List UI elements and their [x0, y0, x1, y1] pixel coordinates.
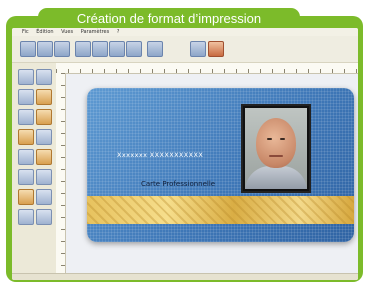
menu-bar: Fic Édition Vues Paramètres ?	[12, 28, 358, 36]
save-icon[interactable]	[54, 41, 70, 57]
tools-panel	[12, 63, 56, 275]
status-bar	[12, 273, 358, 280]
zoom-tool-icon[interactable]	[18, 209, 34, 225]
fill-tool-icon[interactable]	[36, 149, 52, 165]
card-icon[interactable]	[190, 41, 206, 57]
layer-tool-icon[interactable]	[18, 169, 34, 185]
paste-icon[interactable]	[126, 41, 142, 57]
select-tool-icon[interactable]	[18, 69, 34, 85]
menu-help[interactable]: ?	[117, 29, 120, 35]
text-tool-icon[interactable]	[36, 69, 52, 85]
page-title: Création de format d’impression	[76, 11, 262, 26]
database-tool-icon[interactable]	[36, 189, 52, 205]
open-icon[interactable]	[37, 41, 53, 57]
id-card-preview[interactable]: Xxxxxxx XXXXXXXXXXX Carte Professionnell…	[87, 88, 354, 242]
grid-tool-icon[interactable]	[36, 209, 52, 225]
photo-face	[256, 118, 296, 168]
print-icon[interactable]	[75, 41, 91, 57]
horizontal-ruler	[56, 63, 358, 74]
barcode-tool-icon[interactable]	[18, 109, 34, 125]
card-role-field[interactable]: Carte Professionnelle	[141, 180, 215, 188]
menu-settings[interactable]: Paramètres	[81, 29, 110, 35]
menu-file[interactable]: Fic	[22, 29, 29, 35]
menu-view[interactable]: Vues	[61, 29, 73, 35]
rectangle-tool-icon[interactable]	[36, 129, 52, 145]
undo-icon[interactable]	[147, 41, 163, 57]
photo-mouth	[269, 155, 283, 157]
photo-shoulders	[245, 166, 307, 189]
card-name-field[interactable]: Xxxxxxx XXXXXXXXXXX	[117, 151, 203, 159]
copy-icon[interactable]	[109, 41, 125, 57]
shape-tool-icon[interactable]	[36, 109, 52, 125]
new-icon[interactable]	[20, 41, 36, 57]
ellipse-tool-icon[interactable]	[18, 149, 34, 165]
field-tool-icon[interactable]	[18, 189, 34, 205]
photo-eye-left	[267, 138, 272, 140]
menu-edit[interactable]: Édition	[36, 29, 53, 35]
photo-background	[245, 108, 307, 189]
vertical-ruler	[56, 73, 66, 273]
card-band-pattern	[87, 196, 354, 224]
toolbar	[12, 36, 358, 63]
align-tool-icon[interactable]	[36, 169, 52, 185]
photo-eye-right	[280, 138, 285, 140]
card-photo[interactable]	[241, 104, 311, 193]
preview-icon[interactable]	[92, 41, 108, 57]
export-icon[interactable]	[208, 41, 224, 57]
photo-tool-icon[interactable]	[36, 89, 52, 105]
image-tool-icon[interactable]	[18, 89, 34, 105]
line-tool-icon[interactable]	[18, 129, 34, 145]
